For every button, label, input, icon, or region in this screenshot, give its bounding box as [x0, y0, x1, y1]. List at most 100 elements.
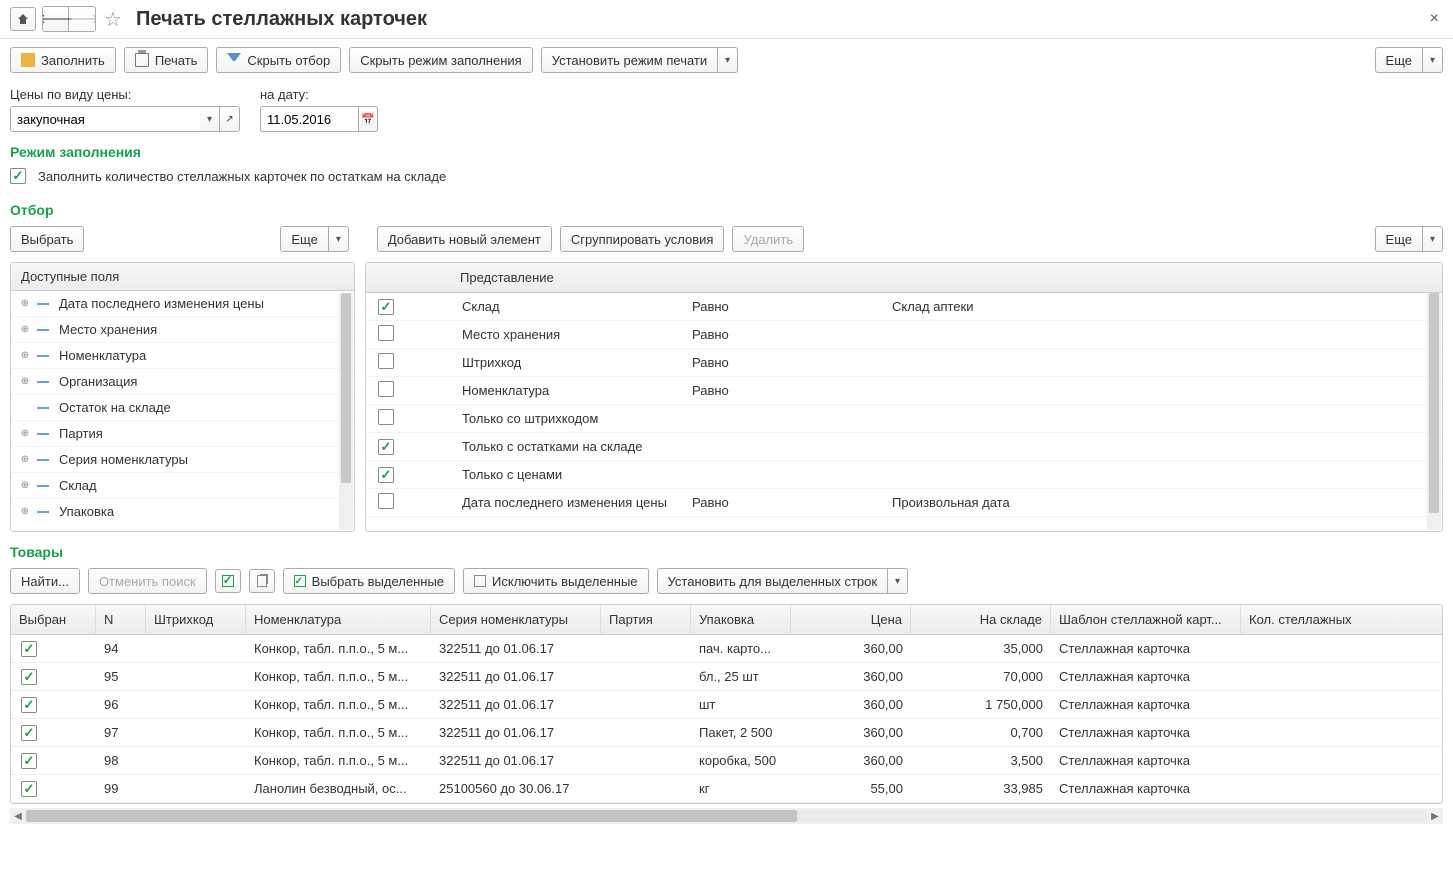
- row-checkbox[interactable]: [21, 697, 37, 713]
- available-field-row[interactable]: ⊕Упаковка: [11, 499, 354, 524]
- filter-row[interactable]: Только с ценами: [366, 461, 1442, 489]
- filter-more-right-button[interactable]: Еще: [1375, 226, 1423, 252]
- expand-icon[interactable]: ⊕: [19, 480, 31, 491]
- goods-row[interactable]: 98 Конкор, табл. п.п.о., 5 м... 322511 д…: [11, 747, 1442, 775]
- hscroll-left[interactable]: ◀: [10, 811, 26, 822]
- fill-mode-checkbox[interactable]: [10, 168, 26, 184]
- goods-body[interactable]: 94 Конкор, табл. п.п.о., 5 м... 322511 д…: [11, 635, 1442, 803]
- expand-icon[interactable]: ⊕: [19, 324, 31, 335]
- expand-icon[interactable]: ⊕: [19, 428, 31, 439]
- row-checkbox[interactable]: [21, 753, 37, 769]
- more-caret[interactable]: [1423, 47, 1443, 73]
- price-type-input[interactable]: [10, 106, 200, 132]
- goods-row[interactable]: 94 Конкор, табл. п.п.о., 5 м... 322511 д…: [11, 635, 1442, 663]
- filter-row[interactable]: Только со штрихкодом: [366, 405, 1442, 433]
- filter-group-button[interactable]: Сгруппировать условия: [560, 226, 725, 252]
- goods-row[interactable]: 95 Конкор, табл. п.п.о., 5 м... 322511 д…: [11, 663, 1442, 691]
- home-button[interactable]: [10, 7, 36, 31]
- set-for-selected-caret[interactable]: [888, 568, 908, 594]
- fill-button[interactable]: Заполнить: [10, 47, 116, 73]
- set-print-mode-caret[interactable]: [718, 47, 738, 73]
- print-button[interactable]: Печать: [124, 47, 209, 73]
- expand-icon[interactable]: ⊕: [19, 298, 31, 309]
- row-checkbox[interactable]: [21, 781, 37, 797]
- filter-checkbox[interactable]: [378, 381, 394, 397]
- available-field-row[interactable]: ⊕Серия номенклатуры: [11, 447, 354, 473]
- goods-hscroll[interactable]: ◀ ▶: [10, 808, 1443, 824]
- select-highlighted-button[interactable]: Выбрать выделенные: [283, 568, 455, 594]
- hide-fill-mode-button[interactable]: Скрыть режим заполнения: [349, 47, 532, 73]
- available-field-row[interactable]: ⊕Организация: [11, 369, 354, 395]
- goods-row[interactable]: 96 Конкор, табл. п.п.о., 5 м... 322511 д…: [11, 691, 1442, 719]
- filter-delete-button[interactable]: Удалить: [732, 226, 804, 252]
- available-field-row[interactable]: ⊕Партия: [11, 421, 354, 447]
- row-checkbox[interactable]: [21, 725, 37, 741]
- filter-checkbox[interactable]: [378, 353, 394, 369]
- forward-button[interactable]: 🡒: [69, 7, 95, 31]
- available-field-row[interactable]: ⊕Дата последнего изменения цены: [11, 291, 354, 317]
- cancel-search-button[interactable]: Отменить поиск: [88, 568, 207, 594]
- filter-checkbox[interactable]: [378, 409, 394, 425]
- filter-more-right-caret[interactable]: [1423, 226, 1443, 252]
- col-tpl[interactable]: Шаблон стеллажной карт...: [1051, 605, 1241, 634]
- col-par[interactable]: Партия: [601, 605, 691, 634]
- expand-icon[interactable]: ⊕: [19, 350, 31, 361]
- filter-checkbox[interactable]: [378, 439, 394, 455]
- close-button[interactable]: ×: [1426, 10, 1443, 28]
- filter-select-button[interactable]: Выбрать: [10, 226, 84, 252]
- expand-icon[interactable]: ⊕: [19, 376, 31, 387]
- col-sel[interactable]: Выбран: [11, 605, 96, 634]
- filter-checkbox[interactable]: [378, 325, 394, 341]
- filter-row[interactable]: Место хранения Равно: [366, 321, 1442, 349]
- available-field-row[interactable]: ⊕Номенклатура: [11, 343, 354, 369]
- col-bar[interactable]: Штрихкод: [146, 605, 246, 634]
- star-icon[interactable]: ☆: [102, 8, 124, 30]
- col-ser[interactable]: Серия номенклатуры: [431, 605, 601, 634]
- col-cnt[interactable]: Кол. стеллажных: [1241, 605, 1361, 634]
- price-type-open[interactable]: ↗: [220, 106, 240, 132]
- date-input[interactable]: [260, 106, 358, 132]
- available-field-row[interactable]: Остаток на складе: [11, 395, 354, 421]
- filter-checkbox[interactable]: [378, 299, 394, 315]
- filter-more-left-label: Еще: [291, 232, 317, 247]
- filter-scrollbar[interactable]: [1427, 293, 1441, 530]
- date-picker-button[interactable]: 📅: [358, 106, 378, 132]
- set-print-mode-button[interactable]: Установить режим печати: [541, 47, 718, 73]
- hide-filter-button[interactable]: Скрыть отбор: [216, 47, 341, 73]
- col-n[interactable]: N: [96, 605, 146, 634]
- available-field-row[interactable]: ⊕Склад: [11, 473, 354, 499]
- col-price[interactable]: Цена: [791, 605, 911, 634]
- row-checkbox[interactable]: [21, 669, 37, 685]
- exclude-highlighted-button[interactable]: Исключить выделенные: [463, 568, 648, 594]
- filter-row[interactable]: Дата последнего изменения цены Равно Про…: [366, 489, 1442, 517]
- col-pack[interactable]: Упаковка: [691, 605, 791, 634]
- col-stock[interactable]: На складе: [911, 605, 1051, 634]
- expand-icon[interactable]: ⊕: [19, 506, 31, 517]
- filter-checkbox[interactable]: [378, 467, 394, 483]
- expand-icon[interactable]: ⊕: [19, 454, 31, 465]
- cell-n: 99: [96, 781, 146, 796]
- col-nom[interactable]: Номенклатура: [246, 605, 431, 634]
- filter-row[interactable]: Склад Равно Склад аптеки: [366, 293, 1442, 321]
- row-checkbox[interactable]: [21, 641, 37, 657]
- available-field-row[interactable]: ⊕Место хранения: [11, 317, 354, 343]
- available-fields-list[interactable]: ⊕Дата последнего изменения цены⊕Место хр…: [11, 291, 354, 529]
- filter-more-left-caret[interactable]: [329, 226, 349, 252]
- more-button[interactable]: Еще: [1375, 47, 1423, 73]
- find-button[interactable]: Найти...: [10, 568, 80, 594]
- check-all-button[interactable]: [215, 569, 241, 593]
- available-scrollbar[interactable]: [339, 293, 353, 530]
- hscroll-right[interactable]: ▶: [1427, 811, 1443, 822]
- goods-row[interactable]: 97 Конкор, табл. п.п.о., 5 м... 322511 д…: [11, 719, 1442, 747]
- filter-checkbox[interactable]: [378, 493, 394, 509]
- filter-add-button[interactable]: Добавить новый элемент: [377, 226, 552, 252]
- filter-rows-list[interactable]: Склад Равно Склад аптеки Место хранения …: [366, 293, 1442, 531]
- filter-more-left-button[interactable]: Еще: [280, 226, 328, 252]
- filter-row[interactable]: Номенклатура Равно: [366, 377, 1442, 405]
- price-type-dropdown[interactable]: [200, 106, 220, 132]
- set-for-selected-button[interactable]: Установить для выделенных строк: [657, 568, 889, 594]
- filter-row[interactable]: Только с остатками на складе: [366, 433, 1442, 461]
- uncheck-all-button[interactable]: [249, 569, 275, 593]
- filter-row[interactable]: Штрихкод Равно: [366, 349, 1442, 377]
- goods-row[interactable]: 99 Ланолин безводный, ос... 25100560 до …: [11, 775, 1442, 803]
